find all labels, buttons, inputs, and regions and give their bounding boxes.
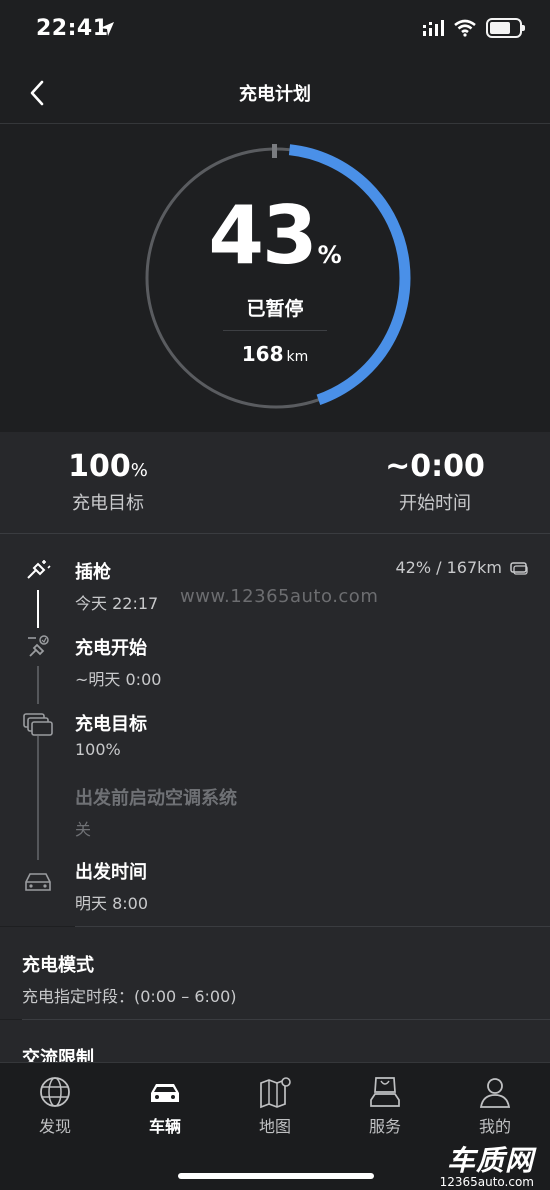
charge-mode-title: 充电模式 xyxy=(22,955,94,976)
nav-item-map[interactable]: 地图 xyxy=(220,1075,330,1137)
range-value: 168 xyxy=(241,342,284,366)
user-icon xyxy=(479,1078,511,1108)
charge-gauge: 43% 已暂停 168 km xyxy=(0,124,550,432)
shopping-bag-car-icon xyxy=(370,1077,400,1107)
charge-summary: 100% 充电目标 ~0:00 开始时间 xyxy=(0,432,550,534)
nav-item-profile[interactable]: 我的 xyxy=(440,1075,550,1137)
battery-icon xyxy=(486,18,525,38)
charge-target-block[interactable]: 100% 充电目标 xyxy=(38,450,178,515)
charge-ring-start-marker xyxy=(272,144,277,158)
ac-limit-row[interactable]: 交流限制 xyxy=(0,1020,550,1062)
plug-battery-readout: 42% / 167km xyxy=(395,558,530,577)
plug-title: 插枪 xyxy=(75,562,111,583)
timeline-line xyxy=(37,736,39,860)
brand-url: 12365auto.com xyxy=(439,1175,534,1189)
nav-item-service[interactable]: 服务 xyxy=(330,1075,440,1137)
range-unit: km xyxy=(286,349,309,365)
charge-percent-unit: % xyxy=(317,241,342,269)
car-icon xyxy=(151,1084,179,1102)
gauge-divider xyxy=(223,330,327,331)
climate-state: 关 xyxy=(75,820,92,839)
nav-header: 充电计划 xyxy=(0,62,550,124)
timeline-line-active xyxy=(37,590,39,628)
plug-icon xyxy=(27,560,51,579)
charge-percent: 43% xyxy=(0,196,550,276)
car-front-icon xyxy=(25,873,51,891)
battery-small-icon xyxy=(510,561,528,575)
watermark: www.12365auto.com xyxy=(180,586,379,607)
charge-target-percent: 100% xyxy=(75,740,121,759)
nav-item-discover[interactable]: 发现 xyxy=(0,1075,110,1137)
nav-label-profile: 我的 xyxy=(478,1117,511,1136)
range-readout: 168 km xyxy=(0,342,550,366)
plug-battery-text: 42% / 167km xyxy=(395,558,502,577)
departure-title[interactable]: 出发时间 xyxy=(75,858,147,884)
charge-status: 已暂停 xyxy=(246,298,304,320)
plug-time: 今天 22:17 xyxy=(75,594,159,613)
status-bar: 22:41 xyxy=(0,0,550,62)
start-time-label: 开始时间 xyxy=(399,493,471,514)
start-time-block[interactable]: ~0:00 开始时间 xyxy=(360,450,510,515)
charge-target-label: 充电目标 xyxy=(72,493,144,514)
wifi-icon xyxy=(454,19,476,37)
charge-percent-value: 43 xyxy=(208,189,317,282)
brand-name: 车质网 xyxy=(446,1144,534,1177)
nav-label-service: 服务 xyxy=(368,1117,401,1136)
nav-label-discover: 发现 xyxy=(38,1117,71,1136)
ac-limit-title: 交流限制 xyxy=(22,1048,94,1062)
departure-time: 明天 8:00 xyxy=(75,894,149,913)
globe-icon xyxy=(40,1077,70,1107)
charge-mode-row[interactable]: 充电模式 充电指定时段：(0:00 – 6:00) xyxy=(0,927,550,1019)
battery-stack-icon xyxy=(23,713,53,736)
cellular-signal-icon xyxy=(423,20,444,36)
map-icon xyxy=(260,1077,291,1109)
nav-label-vehicle: 车辆 xyxy=(148,1117,181,1136)
brand-watermark: 车质网 12365auto.com xyxy=(439,1144,534,1190)
charge-target-title: 充电目标 xyxy=(75,714,147,735)
nav-item-vehicle[interactable]: 车辆 xyxy=(110,1075,220,1137)
location-arrow-icon xyxy=(100,22,114,36)
home-indicator[interactable] xyxy=(178,1173,374,1179)
charge-timeline: 插枪 今天 22:17 42% / 167km www.12365auto.co… xyxy=(0,534,550,926)
charge-mode-window: 充电指定时段：(0:00 – 6:00) xyxy=(22,987,237,1006)
start-time-value: ~0:00 xyxy=(385,449,485,484)
charge-start-time: ~明天 0:00 xyxy=(75,670,162,689)
timeline-line xyxy=(37,666,39,704)
page-title: 充电计划 xyxy=(239,84,311,105)
charge-start-icon xyxy=(28,635,49,657)
climate-title[interactable]: 出发前启动空调系统 xyxy=(75,784,237,810)
nav-label-map: 地图 xyxy=(258,1117,291,1136)
bottom-nav: 发现 车辆 地图 服务 我的 车质网 12365auto.com xyxy=(0,1062,550,1190)
charge-target-value: 100% xyxy=(68,449,148,484)
charge-start-title: 充电开始 xyxy=(75,638,147,659)
